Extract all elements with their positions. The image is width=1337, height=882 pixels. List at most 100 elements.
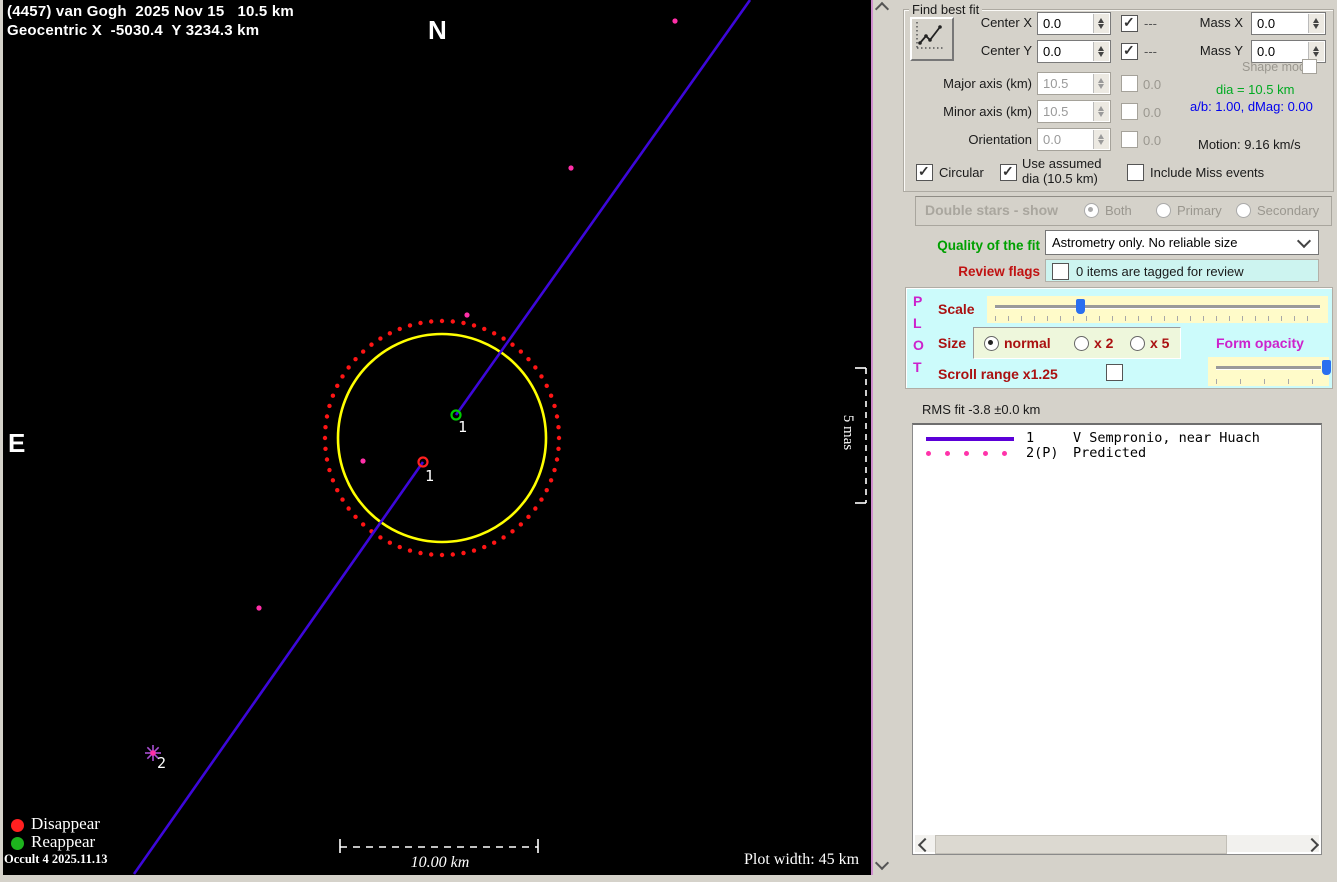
size-x5-radio[interactable] [1130,336,1145,351]
listbox-hscrollbar[interactable] [915,835,1320,854]
disappear-marker-label: 1 [425,467,434,485]
mass-y-label: Mass Y [1199,43,1243,58]
occultation-plot-svg: 1 1 2 [132,0,867,875]
uncertainty-dot [387,540,393,545]
center-x-spinner[interactable]: 0.0 [1037,12,1111,35]
double-stars-label: Double stars - show [925,202,1059,218]
chord-line-lower [132,461,425,875]
size-normal-radio[interactable] [984,336,999,351]
major-axis-fit-checkbox[interactable] [1121,75,1138,92]
predicted-dot [464,312,470,318]
minor-axis-spinner[interactable]: 10.5 [1037,100,1111,123]
plot-letter-p: P [913,293,923,309]
uncertainty-dot [323,446,328,451]
uncertainty-dot [369,342,374,347]
asteroid-circle [336,332,548,544]
include-miss-checkbox[interactable] [1127,164,1144,181]
scroll-range-checkbox[interactable] [1106,364,1123,381]
reappear-marker-label: 1 [458,418,467,436]
uncertainty-dot [353,514,358,520]
major-axis-label: Major axis (km) [943,76,1032,91]
mass-x-spinner[interactable]: 0.0 [1251,12,1326,35]
minor-axis-fit-checkbox[interactable] [1121,103,1138,120]
size-label: Size [938,335,967,351]
double-both-radio[interactable] [1084,203,1099,218]
opacity-slider-track [1216,366,1321,370]
use-assumed-checkbox[interactable] [1000,163,1017,181]
chevron-down-icon [1296,233,1312,249]
circular-checkbox[interactable] [916,163,933,181]
orientation-aux: 0.0 [1143,133,1162,148]
center-y-spinner[interactable]: 0.0 [1037,40,1111,63]
rms-fit-label: RMS fit -3.8 ±0.0 km [922,402,1041,417]
center-x-fit-checkbox[interactable] [1121,14,1138,32]
center-x-label: Center X [980,15,1032,30]
uncertainty-dot [556,425,561,430]
scale-slider-ticks [995,316,1320,321]
chord2-number: 2(P) [1026,445,1059,461]
uncertainty-dot [429,319,434,324]
uncertainty-dot [552,403,557,409]
hscroll-left-button[interactable] [915,835,933,853]
size-x2-radio[interactable] [1074,336,1089,351]
uncertainty-dot [491,331,497,336]
spin-down-icon[interactable] [1098,24,1104,29]
uncertainty-dot [346,365,351,370]
predicted-dot [672,18,678,24]
uncertainty-dot [418,320,423,326]
chords-listbox[interactable]: 1 V Sempronio, near Huach 2(P) Predicted [912,423,1322,855]
chord1-line-swatch [926,437,1014,441]
uncertainty-dot [429,552,434,557]
uncertainty-dot [510,342,515,347]
uncertainty-dot [407,323,413,328]
uncertainty-dot [450,552,455,557]
hscroll-right-button[interactable] [1302,835,1320,853]
reappear-legend-label: Reappear [31,832,96,851]
fit-chart-button[interactable] [910,17,954,61]
quality-dropdown[interactable]: Astrometry only. No reliable size [1045,230,1319,255]
plot-letter-t: T [913,359,922,375]
minor-axis-value: 10.5 [1043,104,1069,119]
size-radio-group: normal x 2 x 5 [973,327,1181,359]
orientation-fit-checkbox[interactable] [1121,131,1138,148]
opacity-slider-thumb[interactable] [1321,360,1331,375]
uncertainty-dot [335,487,340,493]
chord1-number: 1 [1026,430,1035,446]
uncertainty-dot [340,497,345,502]
major-axis-spinner[interactable]: 10.5 [1037,72,1111,95]
quality-value: Astrometry only. No reliable size [1052,235,1238,250]
uncertainty-dot [439,552,445,558]
chord1-name: V Sempronio, near Huach [1073,430,1260,446]
uncertainty-dot [501,535,506,540]
disappear-legend-label: Disappear [31,814,100,833]
review-flags-checkbox[interactable] [1052,263,1069,280]
shape-model-checkbox[interactable] [1302,59,1317,74]
uncertainty-dot [378,336,383,341]
double-secondary-radio[interactable] [1236,203,1251,218]
double-primary-label: Primary [1177,203,1222,218]
uncertainty-dot [548,478,554,483]
uncertainty-dot [552,467,557,473]
uncertainty-dot [330,478,336,483]
scale-slider[interactable] [987,296,1328,323]
hscroll-thumb[interactable] [935,835,1227,854]
predicted-dot [256,605,262,611]
orientation-spinner[interactable]: 0.0 [1037,128,1111,151]
scale-label: Scale [938,301,975,317]
double-primary-radio[interactable] [1156,203,1171,218]
double-stars-panel: Double stars - show Both Primary Seconda… [915,196,1332,226]
review-flags-box: 0 items are tagged for review [1045,259,1319,282]
uncertainty-dot [461,320,466,326]
uncertainty-dot [554,457,560,462]
review-flags-label: Review flags [958,264,1040,279]
form-opacity-slider[interactable] [1208,357,1331,386]
review-flags-text: 0 items are tagged for review [1076,264,1244,279]
spin-up-icon[interactable] [1098,18,1104,23]
uncertainty-dot [510,529,515,534]
plot-title-line1: (4457) van Gogh 2025 Nov 15 10.5 km [7,3,294,20]
uncertainty-dot [387,331,393,336]
scale-slider-thumb[interactable] [1075,299,1085,314]
center-y-fit-checkbox[interactable] [1121,42,1138,60]
uncertainty-dot [353,356,358,362]
mas-scale-label: 5 mas [840,414,857,451]
